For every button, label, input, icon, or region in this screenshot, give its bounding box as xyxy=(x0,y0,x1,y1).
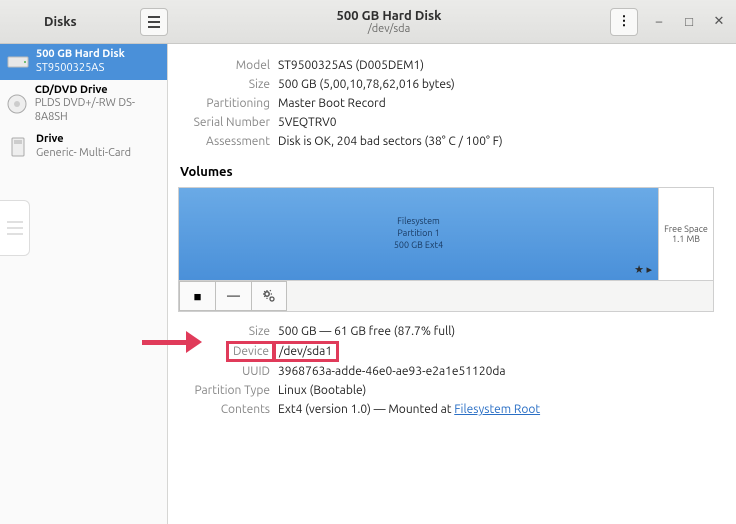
prop-row-assessment: Assessment Disk is OK, 204 bad sectors (… xyxy=(178,132,503,151)
window-title: 500 GB Hard Disk xyxy=(168,9,610,23)
minimize-button[interactable]: – xyxy=(650,15,668,29)
device-label-highlight: Device xyxy=(226,341,276,362)
drive-properties: Model ST9500325AS (D005DEM1) Size 500 GB… xyxy=(178,56,503,151)
volume-free-space[interactable]: Free Space 1.1 MB xyxy=(659,188,713,280)
partition-properties: Size 500 GB — 61 GB free (87.7% full) De… xyxy=(178,322,540,419)
delete-partition-button[interactable]: — xyxy=(215,281,251,311)
volumes-header: Volumes xyxy=(180,165,714,179)
drive-menu-button[interactable]: ⋮ xyxy=(610,8,638,36)
prop-row-device: Device /dev/sda1 xyxy=(178,341,540,362)
window-subtitle: /dev/sda xyxy=(168,23,610,35)
titlebar-center: 500 GB Hard Disk /dev/sda xyxy=(168,9,610,35)
volume-bar: Filesystem Partition 1 500 GB Ext4 ★ ▸ F… xyxy=(179,188,713,280)
volumes-widget: Filesystem Partition 1 500 GB Ext4 ★ ▸ F… xyxy=(178,187,714,312)
prop-row-model: Model ST9500325AS (D005DEM1) xyxy=(178,56,503,75)
prop-row-size: Size 500 GB (5,00,10,78,62,016 bytes) xyxy=(178,75,503,94)
sidebar-item-cardreader[interactable]: Drive Generic- Multi-Card xyxy=(0,129,167,165)
main-area: 500 GB Hard Disk ST9500325AS CD/DVD Driv… xyxy=(0,44,736,524)
app-menu-button[interactable] xyxy=(140,8,168,36)
volume-partition-1[interactable]: Filesystem Partition 1 500 GB Ext4 ★ ▸ xyxy=(179,188,659,280)
filesystem-root-link[interactable]: Filesystem Root xyxy=(454,403,540,416)
sidebar: 500 GB Hard Disk ST9500325AS CD/DVD Driv… xyxy=(0,44,168,524)
sidebar-item-text: 500 GB Hard Disk ST9500325AS xyxy=(36,48,125,76)
device-value-highlight: /dev/sda1 xyxy=(272,341,339,362)
optical-icon xyxy=(6,92,29,116)
prop-row-serial: Serial Number 5VEQTRV0 xyxy=(178,113,503,132)
edge-tab[interactable] xyxy=(0,200,30,256)
titlebar-left: Disks xyxy=(8,8,168,36)
prop-row-uuid: UUID 3968763a-adde-46e0-ae93-e2a1e51120d… xyxy=(178,362,540,381)
hdd-icon xyxy=(6,50,30,74)
star-icon: ★ ▸ xyxy=(634,263,652,276)
volume-toolbar: ■ — xyxy=(179,280,713,311)
prop-row-ptype: Partition Type Linux (Bootable) xyxy=(178,381,540,400)
close-button[interactable]: ✕ xyxy=(710,14,728,29)
sidebar-item-optical[interactable]: CD/DVD Drive PLDS DVD+/-RW DS-8A8SH xyxy=(0,80,167,129)
app-title: Disks xyxy=(44,15,77,29)
contents-value: Ext4 (version 1.0) — Mounted at Filesyst… xyxy=(278,400,540,419)
card-reader-icon xyxy=(6,135,30,159)
titlebar: Disks 500 GB Hard Disk /dev/sda ⋮ – □ ✕ xyxy=(0,0,736,44)
sidebar-item-hdd[interactable]: 500 GB Hard Disk ST9500325AS xyxy=(0,44,167,80)
prop-row-contents: Contents Ext4 (version 1.0) — Mounted at… xyxy=(178,400,540,419)
volume-menu-button[interactable] xyxy=(251,281,287,311)
unmount-button[interactable]: ■ xyxy=(179,281,215,311)
sidebar-item-text: Drive Generic- Multi-Card xyxy=(36,133,131,161)
sidebar-item-text: CD/DVD Drive PLDS DVD+/-RW DS-8A8SH xyxy=(35,84,161,125)
prop-row-psize: Size 500 GB — 61 GB free (87.7% full) xyxy=(178,322,540,341)
titlebar-right: ⋮ – □ ✕ xyxy=(610,8,728,36)
maximize-button[interactable]: □ xyxy=(680,14,698,29)
partition-label: Filesystem Partition 1 500 GB Ext4 xyxy=(394,216,443,251)
prop-row-partitioning: Partitioning Master Boot Record xyxy=(178,94,503,113)
content-pane: Model ST9500325AS (D005DEM1) Size 500 GB… xyxy=(168,44,736,524)
